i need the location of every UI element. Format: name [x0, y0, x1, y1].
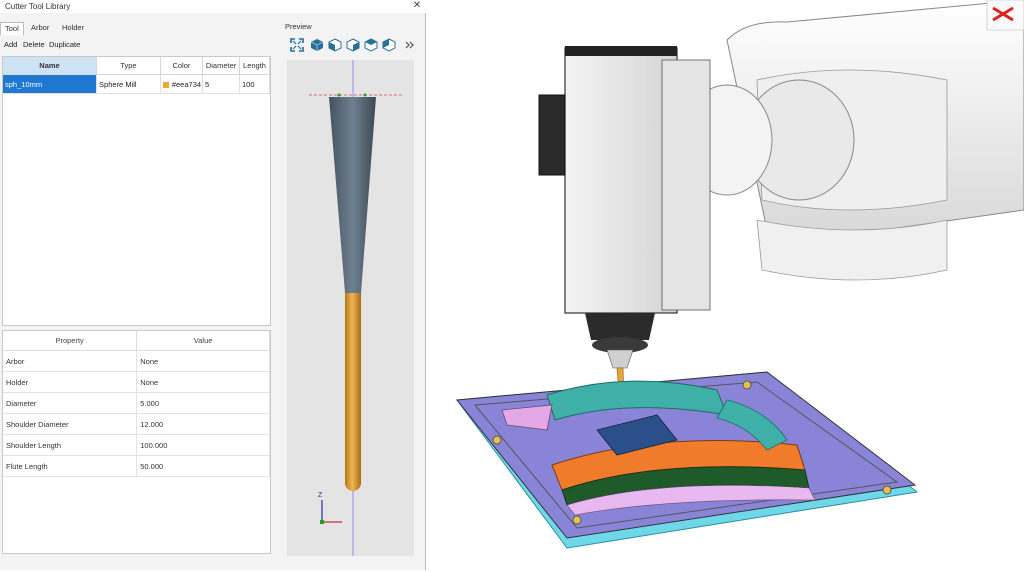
delete-button[interactable]: Delete: [23, 40, 45, 49]
tool-color-value: #eea734: [171, 79, 202, 89]
fixture-bolt-icon: [882, 485, 892, 495]
property-name: Flute Length: [3, 455, 138, 477]
add-button[interactable]: Add: [4, 40, 17, 49]
property-value[interactable]: 100.000: [136, 434, 270, 456]
left-view-icon[interactable]: [382, 38, 396, 52]
tab-arbor[interactable]: Arbor: [27, 22, 53, 34]
spindle-motor-housing: [564, 47, 678, 314]
fixture-bolt-icon: [492, 435, 502, 445]
fixture-bolt-icon: [572, 515, 582, 525]
tool-color-cell[interactable]: #eea734: [160, 74, 204, 94]
iso-view-icon[interactable]: [310, 38, 324, 52]
front-view-icon[interactable]: [328, 38, 342, 52]
property-value[interactable]: 5.000: [136, 392, 270, 414]
tab-bar: Tool Arbor Holder: [0, 22, 280, 35]
property-value[interactable]: None: [136, 371, 270, 393]
z-axis-label: Z: [318, 492, 323, 499]
table-row[interactable]: Arbor None: [3, 350, 270, 372]
color-swatch: [162, 81, 169, 88]
tool-type-cell[interactable]: Sphere Mill: [96, 74, 161, 94]
tool-table: Name Type Color Diameter Length sph_10mm…: [3, 57, 270, 94]
column-header-color[interactable]: Color: [160, 57, 204, 75]
tool-flute: [345, 293, 361, 491]
preview-label: Preview: [285, 22, 312, 31]
top-view-icon[interactable]: [364, 38, 378, 52]
spindle-top-cap: [565, 46, 677, 56]
spindle-side-plate: [661, 59, 711, 311]
tool-length-cell[interactable]: 100: [239, 74, 270, 94]
spindle-side-connector: [538, 94, 566, 176]
fixture-bolt-icon: [742, 380, 752, 390]
column-header-diameter[interactable]: Diameter: [202, 57, 241, 75]
spindle-nose: [585, 313, 655, 340]
tab-tool[interactable]: Tool: [0, 22, 24, 35]
reference-marker-icon: [363, 93, 367, 97]
tool-name-cell[interactable]: sph_10mm: [3, 74, 98, 94]
tool-list-panel: Name Type Color Diameter Length sph_10mm…: [2, 56, 271, 326]
tool-preview-canvas: Z: [309, 60, 403, 556]
more-icon[interactable]: [402, 38, 416, 52]
title-bar: Cutter Tool Library ✕: [0, 0, 426, 13]
reference-marker-icon: [337, 93, 341, 97]
duplicate-button[interactable]: Duplicate: [49, 40, 80, 49]
close-icon[interactable]: ✕: [411, 0, 423, 12]
property-name: Holder: [3, 371, 138, 393]
table-row[interactable]: Holder None: [3, 371, 270, 393]
property-value[interactable]: 12.000: [136, 413, 270, 435]
property-name: Shoulder Length: [3, 434, 138, 456]
table-row[interactable]: Shoulder Diameter 12.000: [3, 413, 270, 435]
property-panel: Property Value Arbor None Holder None Diam…: [2, 330, 271, 554]
table-row[interactable]: Flute Length 50.000: [3, 455, 270, 477]
table-row[interactable]: sph_10mm Sphere Mill #eea734 5 100: [3, 74, 270, 94]
property-header: Property: [3, 331, 138, 351]
value-header: Value: [136, 331, 270, 351]
property-name: Arbor: [3, 350, 138, 372]
tool-preview-viewport[interactable]: Z: [287, 60, 414, 556]
fit-all-icon[interactable]: [290, 38, 304, 52]
table-row[interactable]: Shoulder Length 100.000: [3, 434, 270, 456]
window-title: Cutter Tool Library: [5, 2, 71, 11]
machining-simulation-scene: [427, 0, 1024, 570]
property-value[interactable]: 50.000: [136, 455, 270, 477]
tool-shoulder: [329, 97, 376, 293]
tool-holder: [606, 349, 634, 369]
property-table: Property Value Arbor None Holder None Diam…: [3, 331, 270, 477]
origin-marker-icon: [320, 520, 324, 524]
robot-machining-render: [456, 0, 1024, 549]
tool-diameter-cell[interactable]: 5: [202, 74, 241, 94]
property-name: Shoulder Diameter: [3, 413, 138, 435]
table-row[interactable]: Diameter 5.000: [3, 392, 270, 414]
view-toolbar: [288, 38, 418, 54]
property-name: Diameter: [3, 392, 138, 414]
column-header-name[interactable]: Name: [3, 57, 98, 75]
right-view-icon[interactable]: [346, 38, 360, 52]
property-value[interactable]: None: [136, 350, 270, 372]
tab-holder[interactable]: Holder: [58, 22, 88, 34]
column-header-type[interactable]: Type: [96, 57, 161, 75]
column-header-length[interactable]: Length: [239, 57, 270, 75]
cutter-tool-library-dialog: Cutter Tool Library ✕ Tool Arbor Holder …: [0, 0, 426, 570]
